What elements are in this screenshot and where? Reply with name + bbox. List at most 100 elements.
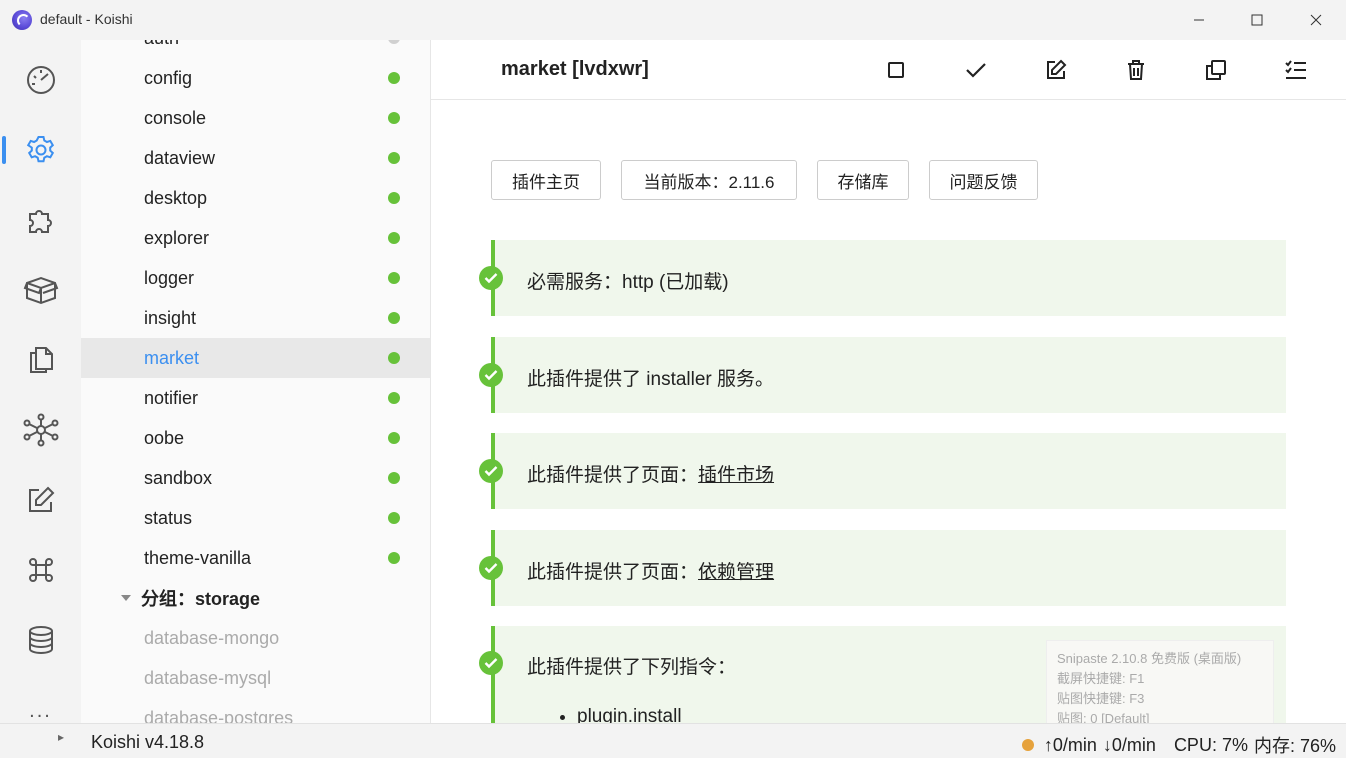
delete-button[interactable] (1120, 54, 1152, 86)
dependencies-page-link[interactable]: 依赖管理 (698, 562, 774, 583)
gauge-icon (26, 66, 55, 94)
plugin-item-label: notifier (144, 387, 199, 408)
snipaste-version: Snipaste 2.10.8 免费版 (桌面版) (1057, 651, 1242, 666)
provided-page-text: 此插件提供了页面：依赖管理 (527, 557, 774, 584)
koishi-version[interactable]: Koishi v4.18.8 (91, 732, 204, 753)
plugin-item-explorer[interactable]: explorer (81, 218, 430, 258)
caret-down-icon (121, 595, 131, 601)
check-icon (966, 63, 986, 78)
apply-button[interactable] (960, 54, 992, 86)
provided-service-text: 此插件提供了 installer 服务。 (527, 369, 775, 390)
activity-database[interactable] (0, 610, 81, 670)
repository-button[interactable]: 存储库 (817, 160, 909, 200)
checklist-icon (1285, 60, 1306, 79)
info-card: 此插件提供了页面：插件市场 (479, 433, 1286, 509)
info-card: 必需服务：http (已加载) (479, 240, 1286, 316)
plugin-item-label: dataview (144, 147, 216, 168)
manage-button[interactable] (1280, 54, 1312, 86)
network-icon (23, 413, 58, 447)
market-page-link[interactable]: 插件市场 (698, 465, 774, 486)
plugin-item-label: theme-vanilla (144, 547, 252, 568)
activity-settings[interactable] (0, 120, 81, 180)
status-dot (388, 352, 400, 364)
status-dot (388, 152, 400, 164)
stop-button[interactable] (880, 54, 912, 86)
snipaste-paste-shortcut: 贴图快捷键: F3 (1057, 691, 1145, 706)
plugin-item-label: logger (144, 267, 195, 288)
status-dot (388, 552, 400, 564)
status-dot (388, 112, 400, 124)
puzzle-icon (28, 210, 52, 233)
edit-button[interactable] (1040, 54, 1072, 86)
plugin-item-status[interactable]: status (81, 498, 430, 538)
plugin-item-label: sandbox (144, 467, 213, 488)
plugin-item-sandbox[interactable]: sandbox (81, 458, 430, 498)
stop-icon (888, 62, 904, 78)
plugin-item-oobe[interactable]: oobe (81, 418, 430, 458)
activity-bar: ... (0, 40, 81, 723)
minimize-button[interactable] (1170, 0, 1228, 40)
title-bar: default - Koishi (0, 0, 1346, 40)
provided-page-prefix: 此插件提供了页面： (527, 562, 699, 583)
plugin-item-database-mongo[interactable]: database-mongo (81, 618, 430, 658)
command-item[interactable]: plugin.install (577, 706, 682, 723)
command-list: plugin.install (577, 706, 682, 723)
plugin-list: auth config console dataview desktop exp… (81, 40, 431, 723)
plugin-item-console[interactable]: console (81, 98, 430, 138)
plugin-item-market[interactable]: market (81, 338, 430, 378)
issues-button[interactable]: 问题反馈 (929, 160, 1038, 200)
plugin-item-database-postgres[interactable]: database-postgres (81, 698, 430, 724)
trash-icon (1128, 60, 1144, 80)
clone-button[interactable] (1200, 54, 1232, 86)
plugin-item-label: database-postgres (144, 707, 294, 724)
activity-market[interactable] (0, 190, 81, 250)
plugin-item-insight[interactable]: insight (81, 298, 430, 338)
plugin-item-label: console (144, 107, 207, 128)
more-icon[interactable]: ... (0, 700, 81, 723)
provided-page-text: 此插件提供了页面：插件市场 (527, 460, 774, 487)
group-label: 分组：storage (141, 589, 261, 609)
status-dot (388, 512, 400, 524)
plugin-item-auth[interactable]: auth (81, 40, 430, 58)
database-icon (28, 626, 53, 655)
status-dot (388, 192, 400, 204)
plugin-item-database-mysql[interactable]: database-mysql (81, 658, 430, 698)
plugin-item-label: insight (144, 307, 197, 328)
plugin-homepage-button[interactable]: 插件主页 (491, 160, 601, 200)
activity-files[interactable] (0, 330, 81, 390)
cpu-usage: CPU: 7% (1173, 734, 1248, 755)
close-button[interactable] (1287, 0, 1345, 40)
group-header-storage[interactable]: 分组：storage (81, 578, 430, 618)
activity-graph[interactable] (0, 400, 81, 460)
minimize-icon (1194, 19, 1204, 21)
command-icon (28, 558, 53, 582)
plugin-item-desktop[interactable]: desktop (81, 178, 430, 218)
plugin-item-theme-vanilla[interactable]: theme-vanilla (81, 538, 430, 578)
close-icon (1310, 14, 1322, 26)
activity-sandbox[interactable] (0, 470, 81, 530)
check-circle-icon (479, 459, 503, 483)
plugin-item-dataview[interactable]: dataview (81, 138, 430, 178)
activity-commands[interactable] (0, 540, 81, 600)
plugin-detail-panel: market [lvdxwr] 插件主页 当前版本：2.11.6 存储库 问题反… (431, 40, 1346, 723)
check-circle-icon (479, 266, 503, 290)
detail-header: market [lvdxwr] (431, 40, 1346, 100)
plugin-item-label: oobe (144, 427, 185, 448)
activity-dependencies[interactable] (0, 260, 81, 320)
required-service-text: 必需服务：http (已加载) (527, 272, 729, 293)
plugin-item-config[interactable]: config (81, 58, 430, 98)
activity-dashboard[interactable] (0, 50, 81, 110)
expand-sidebar-icon[interactable]: ▸ (58, 730, 64, 744)
check-circle-icon (479, 363, 503, 387)
download-rate: ↓0/min (1102, 734, 1156, 755)
current-version-button[interactable]: 当前版本：2.11.6 (621, 160, 797, 200)
snipaste-tooltip: Snipaste 2.10.8 免费版 (桌面版) 截屏快捷键: F1 贴图快捷… (1046, 640, 1274, 730)
status-dot (388, 272, 400, 284)
plugin-item-logger[interactable]: logger (81, 258, 430, 298)
gear-icon (26, 136, 54, 163)
plugin-item-notifier[interactable]: notifier (81, 378, 430, 418)
maximize-button[interactable] (1228, 0, 1286, 40)
provided-page-prefix: 此插件提供了页面： (527, 465, 699, 486)
check-circle-icon (479, 556, 503, 580)
edit-icon (1047, 59, 1067, 79)
